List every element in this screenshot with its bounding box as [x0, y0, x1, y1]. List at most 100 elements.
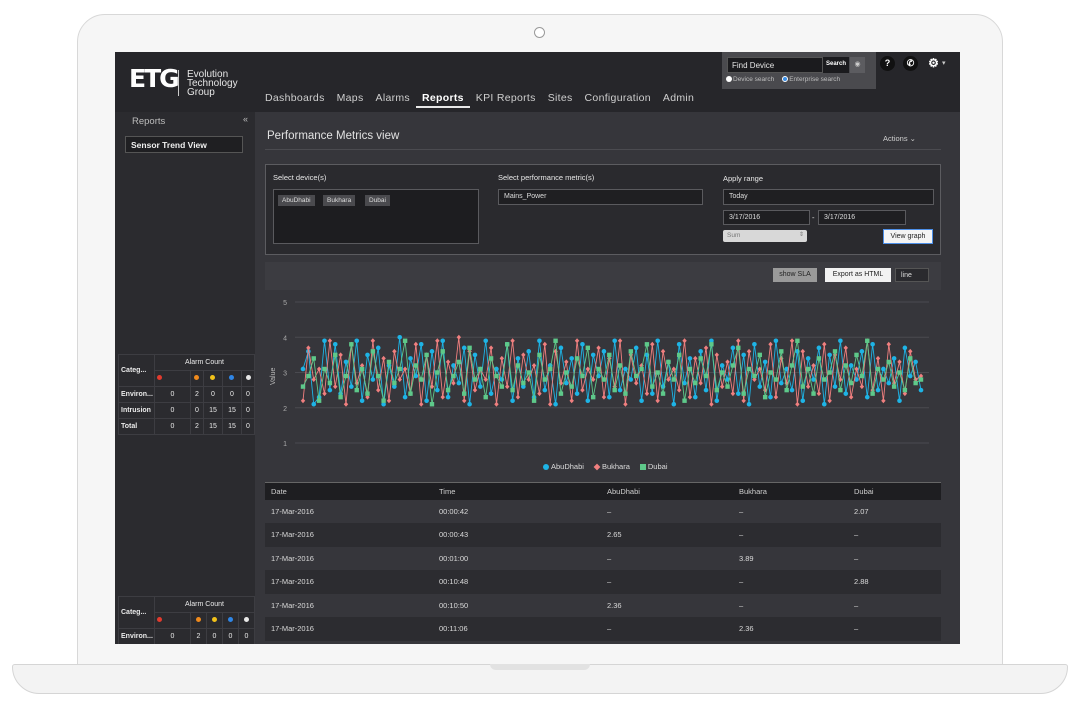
data-point-abudhabi[interactable] [553, 401, 558, 407]
data-point-dubai[interactable] [429, 402, 435, 407]
data-point-bukhara[interactable] [537, 391, 542, 397]
data-point-bukhara[interactable] [859, 384, 865, 390]
data-point-bukhara[interactable] [569, 398, 574, 404]
data-point-abudhabi[interactable] [601, 349, 607, 354]
enterprise-search-option[interactable]: Enterprise search [782, 76, 840, 83]
data-point-bukhara[interactable] [585, 366, 591, 372]
alarm-count-cell[interactable]: 0 [241, 386, 255, 403]
data-point-abudhabi[interactable] [676, 342, 682, 347]
data-point-abudhabi[interactable] [322, 338, 327, 344]
data-point-abudhabi[interactable] [768, 394, 773, 400]
chart-type-select[interactable]: line [895, 268, 929, 282]
data-point-dubai[interactable] [897, 370, 902, 375]
data-point-dubai[interactable] [687, 366, 693, 372]
data-point-abudhabi[interactable] [843, 391, 849, 396]
data-point-dubai[interactable] [784, 387, 789, 393]
data-point-dubai[interactable] [848, 380, 854, 386]
table-row[interactable]: 17-Mar-2016 00:00:43 2.65– – [265, 523, 941, 547]
data-point-bukhara[interactable] [392, 348, 397, 354]
data-point-dubai[interactable] [558, 391, 564, 396]
data-point-bukhara[interactable] [386, 398, 392, 404]
data-point-dubai[interactable] [402, 338, 408, 343]
data-point-dubai[interactable] [488, 356, 494, 361]
export-html-button[interactable]: Export as HTML [825, 268, 891, 282]
data-point-abudhabi[interactable] [778, 380, 784, 386]
search-button[interactable]: Search [823, 57, 849, 73]
data-point-bukhara[interactable] [644, 391, 650, 397]
data-point-abudhabi[interactable] [875, 387, 881, 393]
range-select[interactable]: Today [723, 189, 934, 205]
data-point-bukhara[interactable] [343, 401, 349, 407]
data-point-bukhara[interactable] [623, 401, 628, 407]
data-point-abudhabi[interactable] [429, 349, 435, 354]
data-point-abudhabi[interactable] [359, 398, 365, 403]
data-point-dubai[interactable] [838, 387, 843, 393]
data-point-bukhara[interactable] [746, 348, 752, 354]
data-point-dubai[interactable] [505, 342, 510, 347]
data-point-bukhara[interactable] [580, 387, 585, 393]
data-point-abudhabi[interactable] [349, 384, 354, 389]
data-point-abudhabi[interactable] [478, 384, 483, 389]
column-header[interactable]: Time [433, 482, 601, 500]
data-point-abudhabi[interactable] [574, 391, 580, 396]
data-point-dubai[interactable] [693, 380, 698, 386]
data-point-bukhara[interactable] [413, 341, 419, 347]
data-point-bukhara[interactable] [886, 341, 891, 347]
data-point-dubai[interactable] [585, 345, 591, 351]
data-point-bukhara[interactable] [402, 366, 408, 372]
data-point-dubai[interactable] [462, 391, 467, 396]
data-point-bukhara[interactable] [805, 384, 811, 390]
data-point-abudhabi[interactable] [735, 391, 741, 396]
device-search-option[interactable]: Device search [726, 76, 774, 83]
data-point-dubai[interactable] [865, 338, 870, 343]
data-point-abudhabi[interactable] [558, 345, 564, 351]
data-point-dubai[interactable] [789, 363, 795, 368]
data-point-abudhabi[interactable] [327, 387, 333, 393]
data-point-dubai[interactable] [676, 352, 682, 358]
data-point-bukhara[interactable] [419, 401, 424, 407]
data-point-bukhara[interactable] [333, 384, 338, 390]
data-point-abudhabi[interactable] [918, 387, 924, 393]
data-point-abudhabi[interactable] [375, 345, 381, 351]
legend-item[interactable]: Bukhara [593, 462, 630, 471]
data-point-abudhabi[interactable] [607, 394, 612, 400]
data-point-abudhabi[interactable] [762, 359, 768, 365]
data-point-dubai[interactable] [413, 363, 419, 368]
view-graph-button[interactable]: View graph [883, 229, 933, 244]
data-point-dubai[interactable] [698, 356, 703, 361]
column-header[interactable]: Dubai [848, 482, 941, 500]
data-point-abudhabi[interactable] [719, 363, 725, 368]
data-point-dubai[interactable] [381, 398, 386, 403]
data-point-dubai[interactable] [762, 394, 768, 400]
data-point-bukhara[interactable] [698, 380, 703, 386]
data-point-dubai[interactable] [854, 352, 859, 358]
data-point-dubai[interactable] [682, 398, 687, 403]
data-point-bukhara[interactable] [908, 348, 913, 354]
data-point-dubai[interactable] [435, 370, 440, 375]
data-point-dubai[interactable] [886, 359, 891, 365]
alarm-count-cell[interactable]: 15 [202, 418, 223, 435]
data-point-bukhara[interactable] [499, 355, 505, 361]
data-point-abudhabi[interactable] [655, 338, 660, 344]
data-point-dubai[interactable] [746, 366, 752, 372]
data-point-dubai[interactable] [456, 359, 462, 365]
data-point-dubai[interactable] [768, 370, 773, 375]
phone-icon[interactable]: ✆ [903, 56, 918, 71]
data-point-abudhabi[interactable] [827, 352, 832, 358]
data-point-abudhabi[interactable] [741, 352, 746, 358]
data-point-abudhabi[interactable] [343, 359, 349, 365]
data-point-abudhabi[interactable] [564, 380, 569, 386]
data-point-bukhara[interactable] [601, 394, 607, 400]
data-point-abudhabi[interactable] [467, 401, 472, 407]
data-point-abudhabi[interactable] [886, 380, 892, 386]
data-point-bukhara[interactable] [687, 394, 693, 400]
alarm-count-cell[interactable]: 15 [221, 402, 243, 419]
data-point-dubai[interactable] [644, 342, 650, 347]
alarm-count-cell[interactable]: 0 [154, 628, 191, 644]
data-point-dubai[interactable] [660, 391, 666, 396]
data-point-dubai[interactable] [655, 370, 660, 375]
data-point-abudhabi[interactable] [365, 352, 370, 358]
data-point-bukhara[interactable] [327, 338, 333, 344]
data-point-bukhara[interactable] [725, 359, 730, 365]
data-point-bukhara[interactable] [322, 391, 327, 397]
